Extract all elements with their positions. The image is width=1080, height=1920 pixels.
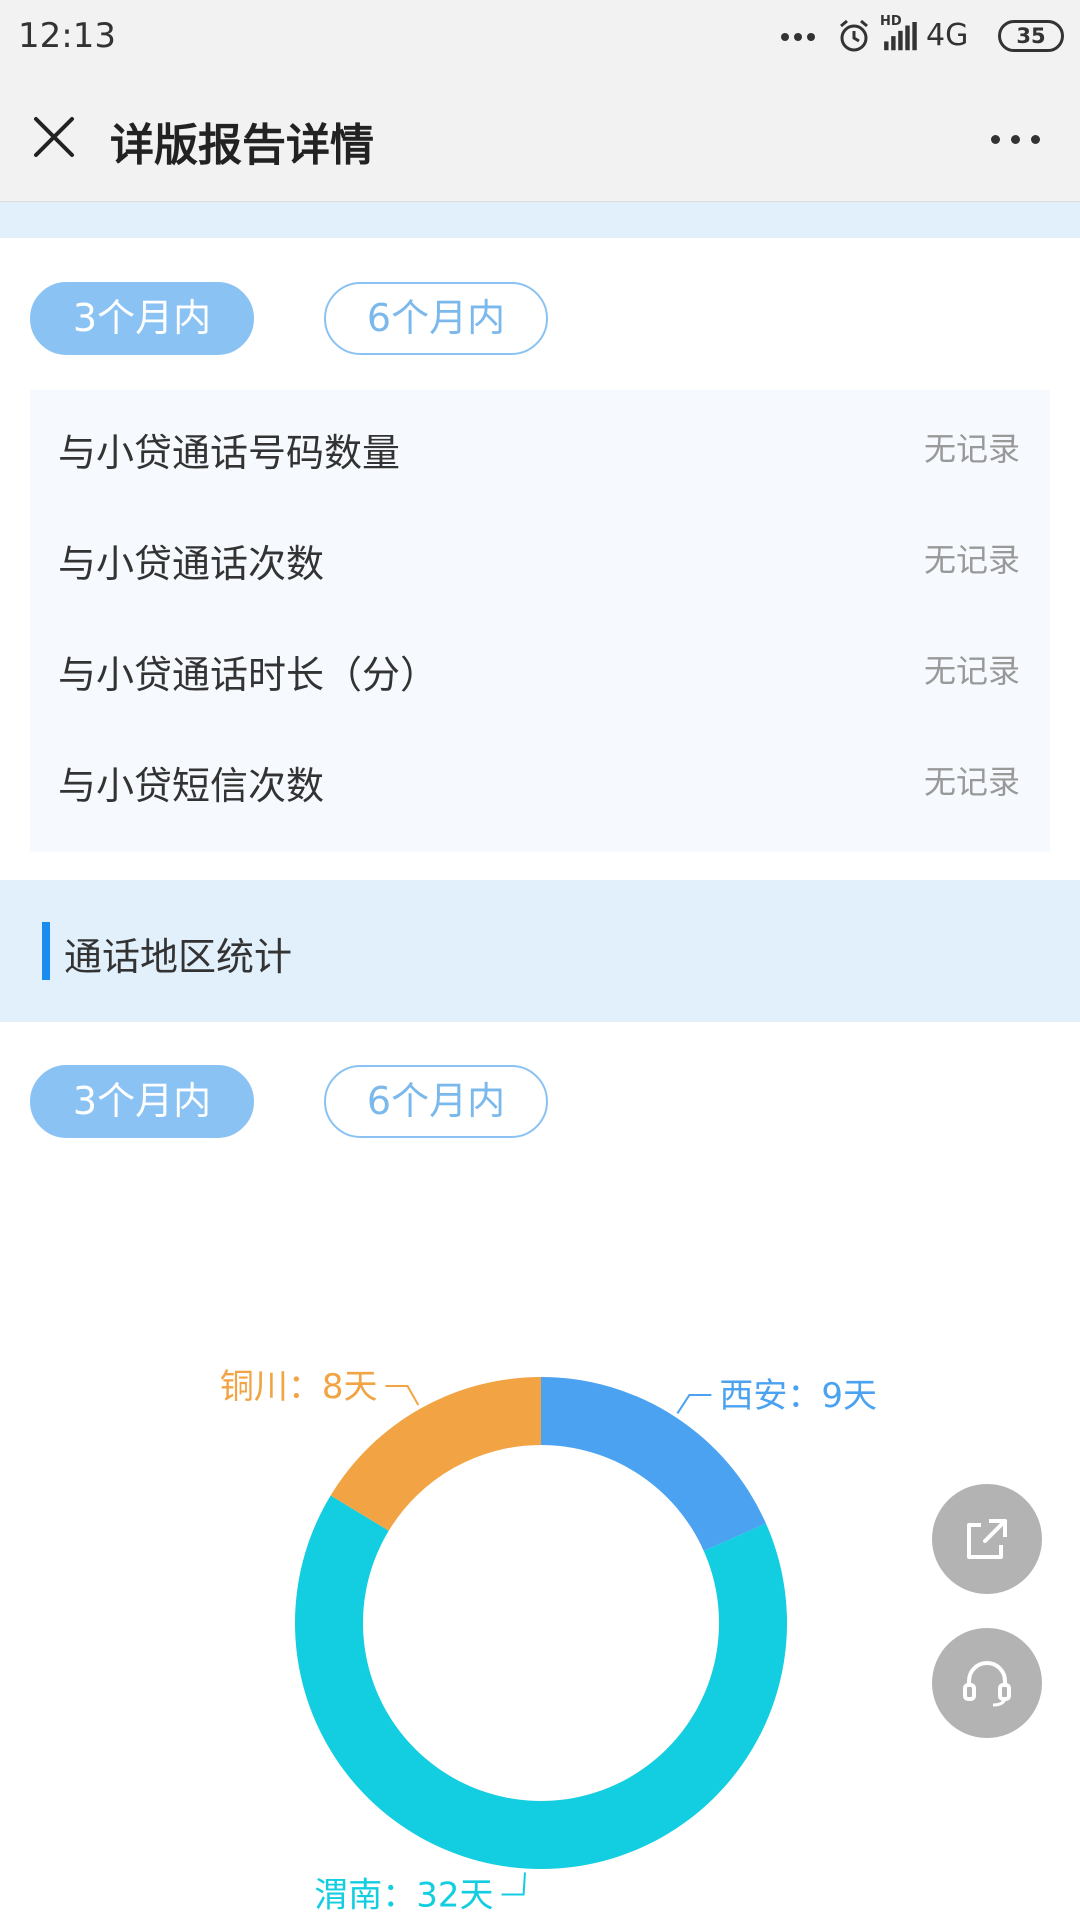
tab-6-months[interactable]: 6个月内 bbox=[324, 282, 548, 355]
list-item: 与小贷通话次数 无记录 bbox=[30, 533, 1050, 593]
status-bar: 12:13 HD 4G 35 bbox=[0, 0, 1080, 75]
leader-line-2 bbox=[385, 1385, 420, 1406]
close-icon[interactable] bbox=[30, 113, 78, 161]
row-label: 与小贷通话次数 bbox=[58, 542, 325, 586]
list-item: 与小贷通话时长（分） 无记录 bbox=[30, 644, 1050, 704]
slice-label-0: 西安：9天 bbox=[719, 1376, 877, 1416]
donut-slice-1[interactable] bbox=[294, 1495, 787, 1869]
section-accent-bar bbox=[42, 922, 50, 980]
row-value: 无记录 bbox=[923, 541, 1020, 579]
row-value: 无记录 bbox=[923, 652, 1020, 690]
row-label: 与小贷短信次数 bbox=[58, 764, 325, 808]
tab-3-months[interactable]: 3个月内 bbox=[30, 282, 254, 355]
more-notifications-icon bbox=[781, 26, 820, 45]
list-item: 与小贷短信次数 无记录 bbox=[30, 755, 1050, 815]
more-icon[interactable] bbox=[980, 129, 1040, 148]
nav-bar: 详版报告详情 bbox=[0, 75, 1080, 202]
battery-level: 35 bbox=[1016, 24, 1046, 48]
slice-label-1: 渭南：32天 bbox=[314, 1875, 493, 1915]
section-header: 通话地区统计 bbox=[0, 880, 1080, 1022]
region-donut-chart: 西安：9天渭南：32天 铜川：8天 bbox=[220, 1367, 877, 1915]
share-icon bbox=[967, 1519, 1007, 1559]
customer-service-button[interactable] bbox=[932, 1628, 1042, 1738]
signal-icon bbox=[884, 22, 917, 51]
network-type: 4G bbox=[926, 18, 969, 53]
section-title: 通话地区统计 bbox=[64, 935, 293, 979]
row-value: 无记录 bbox=[923, 763, 1020, 801]
share-button[interactable] bbox=[932, 1484, 1042, 1594]
row-label: 与小贷通话号码数量 bbox=[58, 431, 401, 475]
list-item: 与小贷通话号码数量 无记录 bbox=[30, 422, 1050, 482]
leader-line-1 bbox=[501, 1872, 526, 1896]
status-time: 12:13 bbox=[18, 16, 116, 56]
row-label: 与小贷通话时长（分） bbox=[58, 653, 439, 697]
battery-indicator: 35 bbox=[998, 20, 1064, 52]
loan-stats-list: 与小贷通话号码数量 无记录 与小贷通话次数 无记录 与小贷通话时长（分） 无记录… bbox=[30, 390, 1050, 852]
headset-icon bbox=[963, 1661, 1011, 1707]
leader-line-0 bbox=[676, 1394, 712, 1415]
section-divider bbox=[0, 202, 1080, 238]
alarm-icon bbox=[840, 19, 868, 52]
row-value: 无记录 bbox=[923, 430, 1020, 468]
page-title: 详版报告详情 bbox=[110, 120, 374, 171]
slice-label-2: 铜川：8天 bbox=[220, 1367, 378, 1407]
